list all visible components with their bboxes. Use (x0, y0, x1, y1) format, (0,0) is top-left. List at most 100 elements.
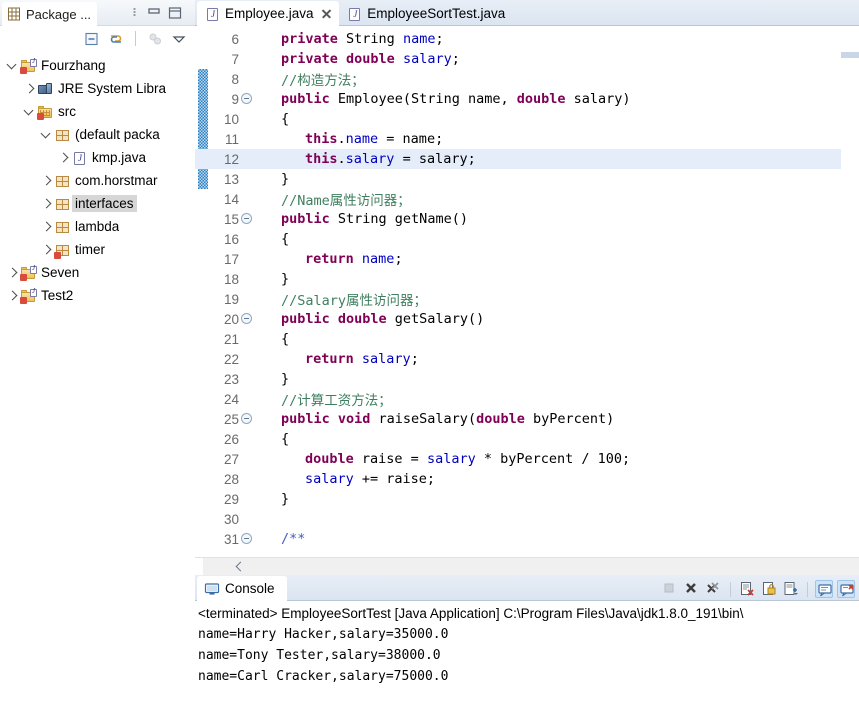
code-line-9[interactable]: 9 public Employee(String name, double sal… (195, 89, 859, 109)
editor-tab-employeesorttest-java[interactable]: EmployeeSortTest.java (339, 1, 512, 26)
tree-item-src[interactable]: src (0, 100, 195, 123)
toolbar-separator (135, 31, 136, 46)
tree-item-kmp-java[interactable]: kmp.java (0, 146, 195, 169)
code-line-28[interactable]: 28 salary += raise; (195, 469, 859, 489)
code-line-8[interactable]: 8 //构造方法； (195, 69, 859, 90)
code-line-26[interactable]: 26 { (195, 429, 859, 449)
console-output[interactable]: <terminated> EmployeeSortTest [Java Appl… (195, 601, 859, 710)
chevron-right-icon[interactable] (6, 288, 20, 304)
chevron-left-icon[interactable] (235, 561, 246, 572)
display-selected-console-icon[interactable] (815, 580, 833, 598)
fold-collapse-icon[interactable] (241, 93, 252, 104)
overview-ruler-thumb[interactable] (841, 52, 859, 58)
chevron-right-icon[interactable] (6, 265, 20, 281)
tree-item-default-packa[interactable]: (default packa (0, 123, 195, 146)
chevron-right-icon[interactable] (40, 196, 54, 212)
java-project-icon (20, 264, 37, 281)
tree-item-label: kmp.java (92, 150, 147, 165)
chevron-down-icon[interactable] (40, 127, 54, 143)
clear-console-icon[interactable] (738, 580, 756, 598)
code-editor[interactable]: 6 private String name; 7 private double sal… (195, 26, 859, 557)
code-text: this.salary = salary; (305, 151, 476, 167)
terminate-icon[interactable] (661, 580, 679, 598)
java-file-icon (204, 6, 220, 22)
focus-on-active-task-icon[interactable] (147, 31, 163, 47)
code-line-15[interactable]: 15 public String getName() (195, 209, 859, 229)
java-project-icon (20, 287, 37, 304)
fold-collapse-icon[interactable] (241, 413, 252, 424)
pin-console-icon[interactable] (782, 580, 800, 598)
tree-item-seven[interactable]: Seven (0, 261, 195, 284)
minimize-icon[interactable] (147, 6, 161, 20)
tree-item-timer[interactable]: timer (0, 238, 195, 261)
package-explorer-tab[interactable]: Package ... (2, 2, 98, 26)
code-text: //构造方法； (281, 73, 365, 89)
chevron-right-icon[interactable] (57, 150, 71, 166)
code-line-30[interactable]: 30 (195, 509, 859, 529)
editor-horizontal-scrollbar[interactable] (195, 557, 859, 576)
line-number: 29 (223, 491, 239, 507)
package-explorer-titlebar: Package ... (0, 0, 195, 26)
tree-item-test2[interactable]: Test2 (0, 284, 195, 307)
chevron-down-icon[interactable] (6, 58, 20, 74)
code-text: public double getSalary() (281, 311, 485, 327)
package-icon (54, 219, 71, 235)
chevron-right-icon[interactable] (40, 219, 54, 235)
line-number: 6 (231, 31, 239, 47)
maximize-icon[interactable] (168, 6, 182, 20)
tree-item-fourzhang[interactable]: Fourzhang (0, 54, 195, 77)
tree-item-com-horstmar[interactable]: com.horstmar (0, 169, 195, 192)
tree-item-lambda[interactable]: lambda (0, 215, 195, 238)
fold-collapse-icon[interactable] (241, 533, 252, 544)
code-line-18[interactable]: 18} (195, 269, 859, 289)
console-output-line: name=Tony Tester,salary=38000.0 (198, 648, 441, 663)
fold-collapse-icon[interactable] (241, 313, 252, 324)
code-line-22[interactable]: 22 return salary; (195, 349, 859, 369)
link-with-editor-icon[interactable] (108, 31, 124, 47)
collapse-all-icon[interactable] (84, 31, 100, 47)
code-line-6[interactable]: 6 private String name; (195, 29, 859, 49)
editor-tab-bar: Employee.java EmployeeSortTest.java (195, 0, 859, 26)
overview-ruler[interactable] (841, 52, 859, 557)
code-line-13[interactable]: 13} (195, 169, 859, 189)
tree-item-jre-system-libra[interactable]: JRE System Libra (0, 77, 195, 100)
tree-item-label: Seven (41, 265, 80, 280)
view-menu-icon[interactable] (171, 31, 187, 47)
tree-item-interfaces[interactable]: interfaces (0, 192, 195, 215)
open-console-icon[interactable] (837, 580, 855, 598)
code-line-21[interactable]: 21 { (195, 329, 859, 349)
code-line-7[interactable]: 7 private double salary; (195, 49, 859, 69)
code-text: } (281, 271, 290, 287)
code-line-24[interactable]: 24 //计算工资方法； (195, 389, 859, 410)
code-line-31[interactable]: 31 /** (195, 529, 859, 549)
console-output-line: name=Carl Cracker,salary=75000.0 (198, 669, 449, 684)
code-line-17[interactable]: 17 return name; (195, 249, 859, 269)
code-line-25[interactable]: 25 public void raiseSalary(double byPerce… (195, 409, 859, 429)
code-line-16[interactable]: 16 { (195, 229, 859, 249)
code-text: } (281, 491, 290, 507)
code-line-11[interactable]: 11 this.name = name; (195, 129, 859, 149)
code-line-10[interactable]: 10 { (195, 109, 859, 129)
project-tree[interactable]: Fourzhang JRE System Libra src (default pac… (0, 52, 195, 710)
close-icon[interactable] (321, 8, 332, 19)
scroll-lock-icon[interactable] (760, 580, 778, 598)
chevron-right-icon[interactable] (23, 81, 37, 97)
editor-tab-label: Employee.java (225, 6, 314, 21)
code-line-29[interactable]: 29} (195, 489, 859, 509)
chevron-down-icon[interactable] (23, 104, 37, 120)
code-line-19[interactable]: 19 //Salary属性访问器； (195, 289, 859, 310)
restore-icon[interactable] (131, 6, 145, 20)
code-line-20[interactable]: 20 public double getSalary() (195, 309, 859, 329)
fold-collapse-icon[interactable] (241, 213, 252, 224)
editor-tab-employee-java[interactable]: Employee.java (197, 1, 339, 26)
code-line-14[interactable]: 14 //Name属性访问器； (195, 189, 859, 210)
remove-launch-icon[interactable] (683, 580, 701, 598)
chevron-right-icon[interactable] (40, 242, 54, 258)
code-line-23[interactable]: 23} (195, 369, 859, 389)
code-line-27[interactable]: 27 double raise = salary * byPercent / 10… (195, 449, 859, 469)
chevron-right-icon[interactable] (40, 173, 54, 189)
code-text: private String name; (281, 31, 444, 47)
code-line-12[interactable]: 12 this.salary = salary; (195, 149, 859, 169)
remove-all-terminated-icon[interactable] (705, 580, 723, 598)
console-tab[interactable]: Console (197, 576, 287, 601)
